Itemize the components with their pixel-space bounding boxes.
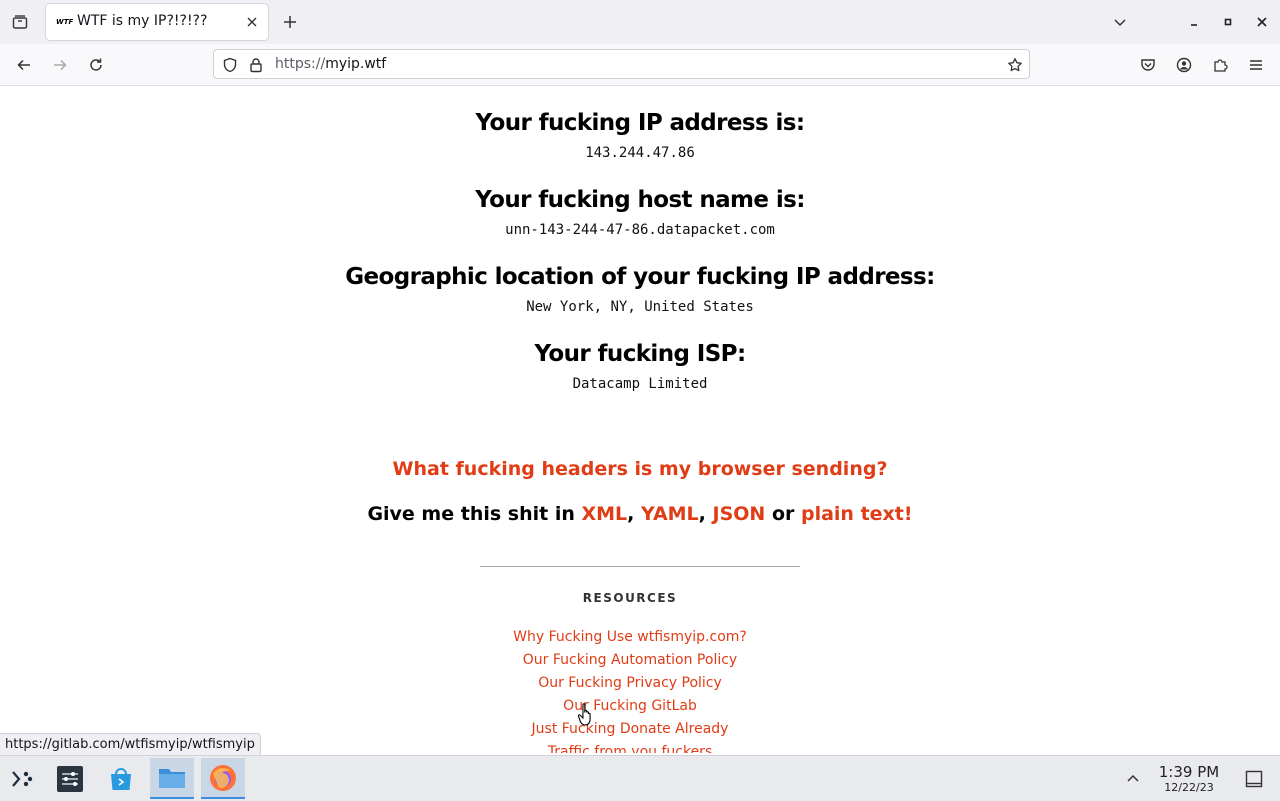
tab-list-icon[interactable] (8, 10, 32, 34)
headers-link-container: What fucking headers is my browser sendi… (0, 458, 1280, 480)
show-desktop-icon[interactable] (1236, 758, 1272, 799)
xml-link[interactable]: XML (581, 503, 627, 525)
shield-icon[interactable] (220, 55, 240, 75)
headers-link[interactable]: What fucking headers is my browser sendi… (393, 458, 888, 480)
host-value: unn-143-244-47-86.datapacket.com (505, 222, 775, 238)
resource-link-gitlab[interactable]: Our Fucking GitLab (0, 698, 1260, 721)
lock-icon[interactable] (246, 55, 266, 75)
minimize-icon[interactable] (1182, 10, 1206, 34)
close-window-icon[interactable] (1250, 10, 1274, 34)
tab-strip: WTF WTF is my IP?!?!?? (0, 0, 1280, 44)
hand-pointer-cursor-icon (577, 702, 596, 726)
url-text: https://myip.wtf (275, 56, 387, 72)
app-launcher-icon[interactable] (0, 758, 44, 799)
system-tray-expand-chevron-icon[interactable] (1112, 758, 1154, 799)
forward-arrow-icon[interactable] (47, 52, 73, 78)
clock-date[interactable]: 12/22/23 (1150, 781, 1228, 794)
extensions-puzzle-icon[interactable] (1207, 52, 1233, 78)
account-icon[interactable] (1171, 52, 1197, 78)
bookmark-star-icon[interactable] (1005, 55, 1025, 75)
resource-link-why-use[interactable]: Why Fucking Use wtfismyip.com? (0, 629, 1260, 652)
resources-title: RESOURCES (582, 591, 678, 605)
address-bar[interactable]: https://myip.wtf (213, 49, 1030, 79)
site-favicon: WTF (56, 18, 74, 26)
isp-value: Datacamp Limited (572, 376, 708, 392)
back-arrow-icon[interactable] (11, 52, 37, 78)
geo-heading: Geographic location of your fucking IP a… (345, 264, 935, 290)
tab-title: WTF is my IP?!?!?? (77, 13, 208, 29)
system-settings-icon[interactable] (48, 758, 92, 799)
formats-or: or (765, 503, 801, 525)
list-all-tabs-chevron-icon[interactable] (1108, 10, 1132, 34)
formats-prefix: Give me this shit in (367, 503, 582, 525)
geo-value: New York, NY, United States (526, 299, 754, 315)
host-heading: Your fucking host name is: (475, 187, 805, 213)
isp-heading: Your fucking ISP: (534, 341, 746, 367)
taskbar: 1:39 PM 12/22/23 (0, 755, 1280, 801)
formats-line: Give me this shit in XML, YAML, JSON or … (0, 503, 1280, 525)
pocket-icon[interactable] (1135, 52, 1161, 78)
browser-tab[interactable]: WTF WTF is my IP?!?!?? (46, 4, 268, 40)
discover-store-icon[interactable] (99, 758, 143, 799)
navigation-toolbar: https://myip.wtf (0, 44, 1280, 86)
hamburger-menu-icon[interactable] (1243, 52, 1269, 78)
resource-link-automation-policy[interactable]: Our Fucking Automation Policy (0, 652, 1260, 675)
formats-sep: , (627, 503, 641, 525)
page-content: Your fucking IP address is: 143.244.47.8… (0, 86, 1280, 753)
clock-time[interactable]: 1:39 PM (1150, 763, 1228, 781)
yaml-link[interactable]: YAML (641, 503, 699, 525)
ip-value: 143.244.47.86 (585, 145, 695, 161)
ip-heading: Your fucking IP address is: (475, 110, 805, 136)
new-tab-icon[interactable] (278, 10, 302, 34)
file-manager-icon[interactable] (150, 758, 194, 799)
formats-sep: , (698, 503, 713, 525)
maximize-icon[interactable] (1216, 10, 1240, 34)
firefox-icon[interactable] (201, 758, 245, 799)
reload-icon[interactable] (83, 52, 109, 78)
link-status-url: https://gitlab.com/wtfismyip/wtfismyip (0, 733, 261, 756)
close-tab-icon[interactable] (242, 12, 262, 32)
json-link[interactable]: JSON (713, 503, 766, 525)
divider (480, 566, 800, 567)
resource-link-privacy-policy[interactable]: Our Fucking Privacy Policy (0, 675, 1260, 698)
plain-text-link[interactable]: plain text! (801, 503, 913, 525)
